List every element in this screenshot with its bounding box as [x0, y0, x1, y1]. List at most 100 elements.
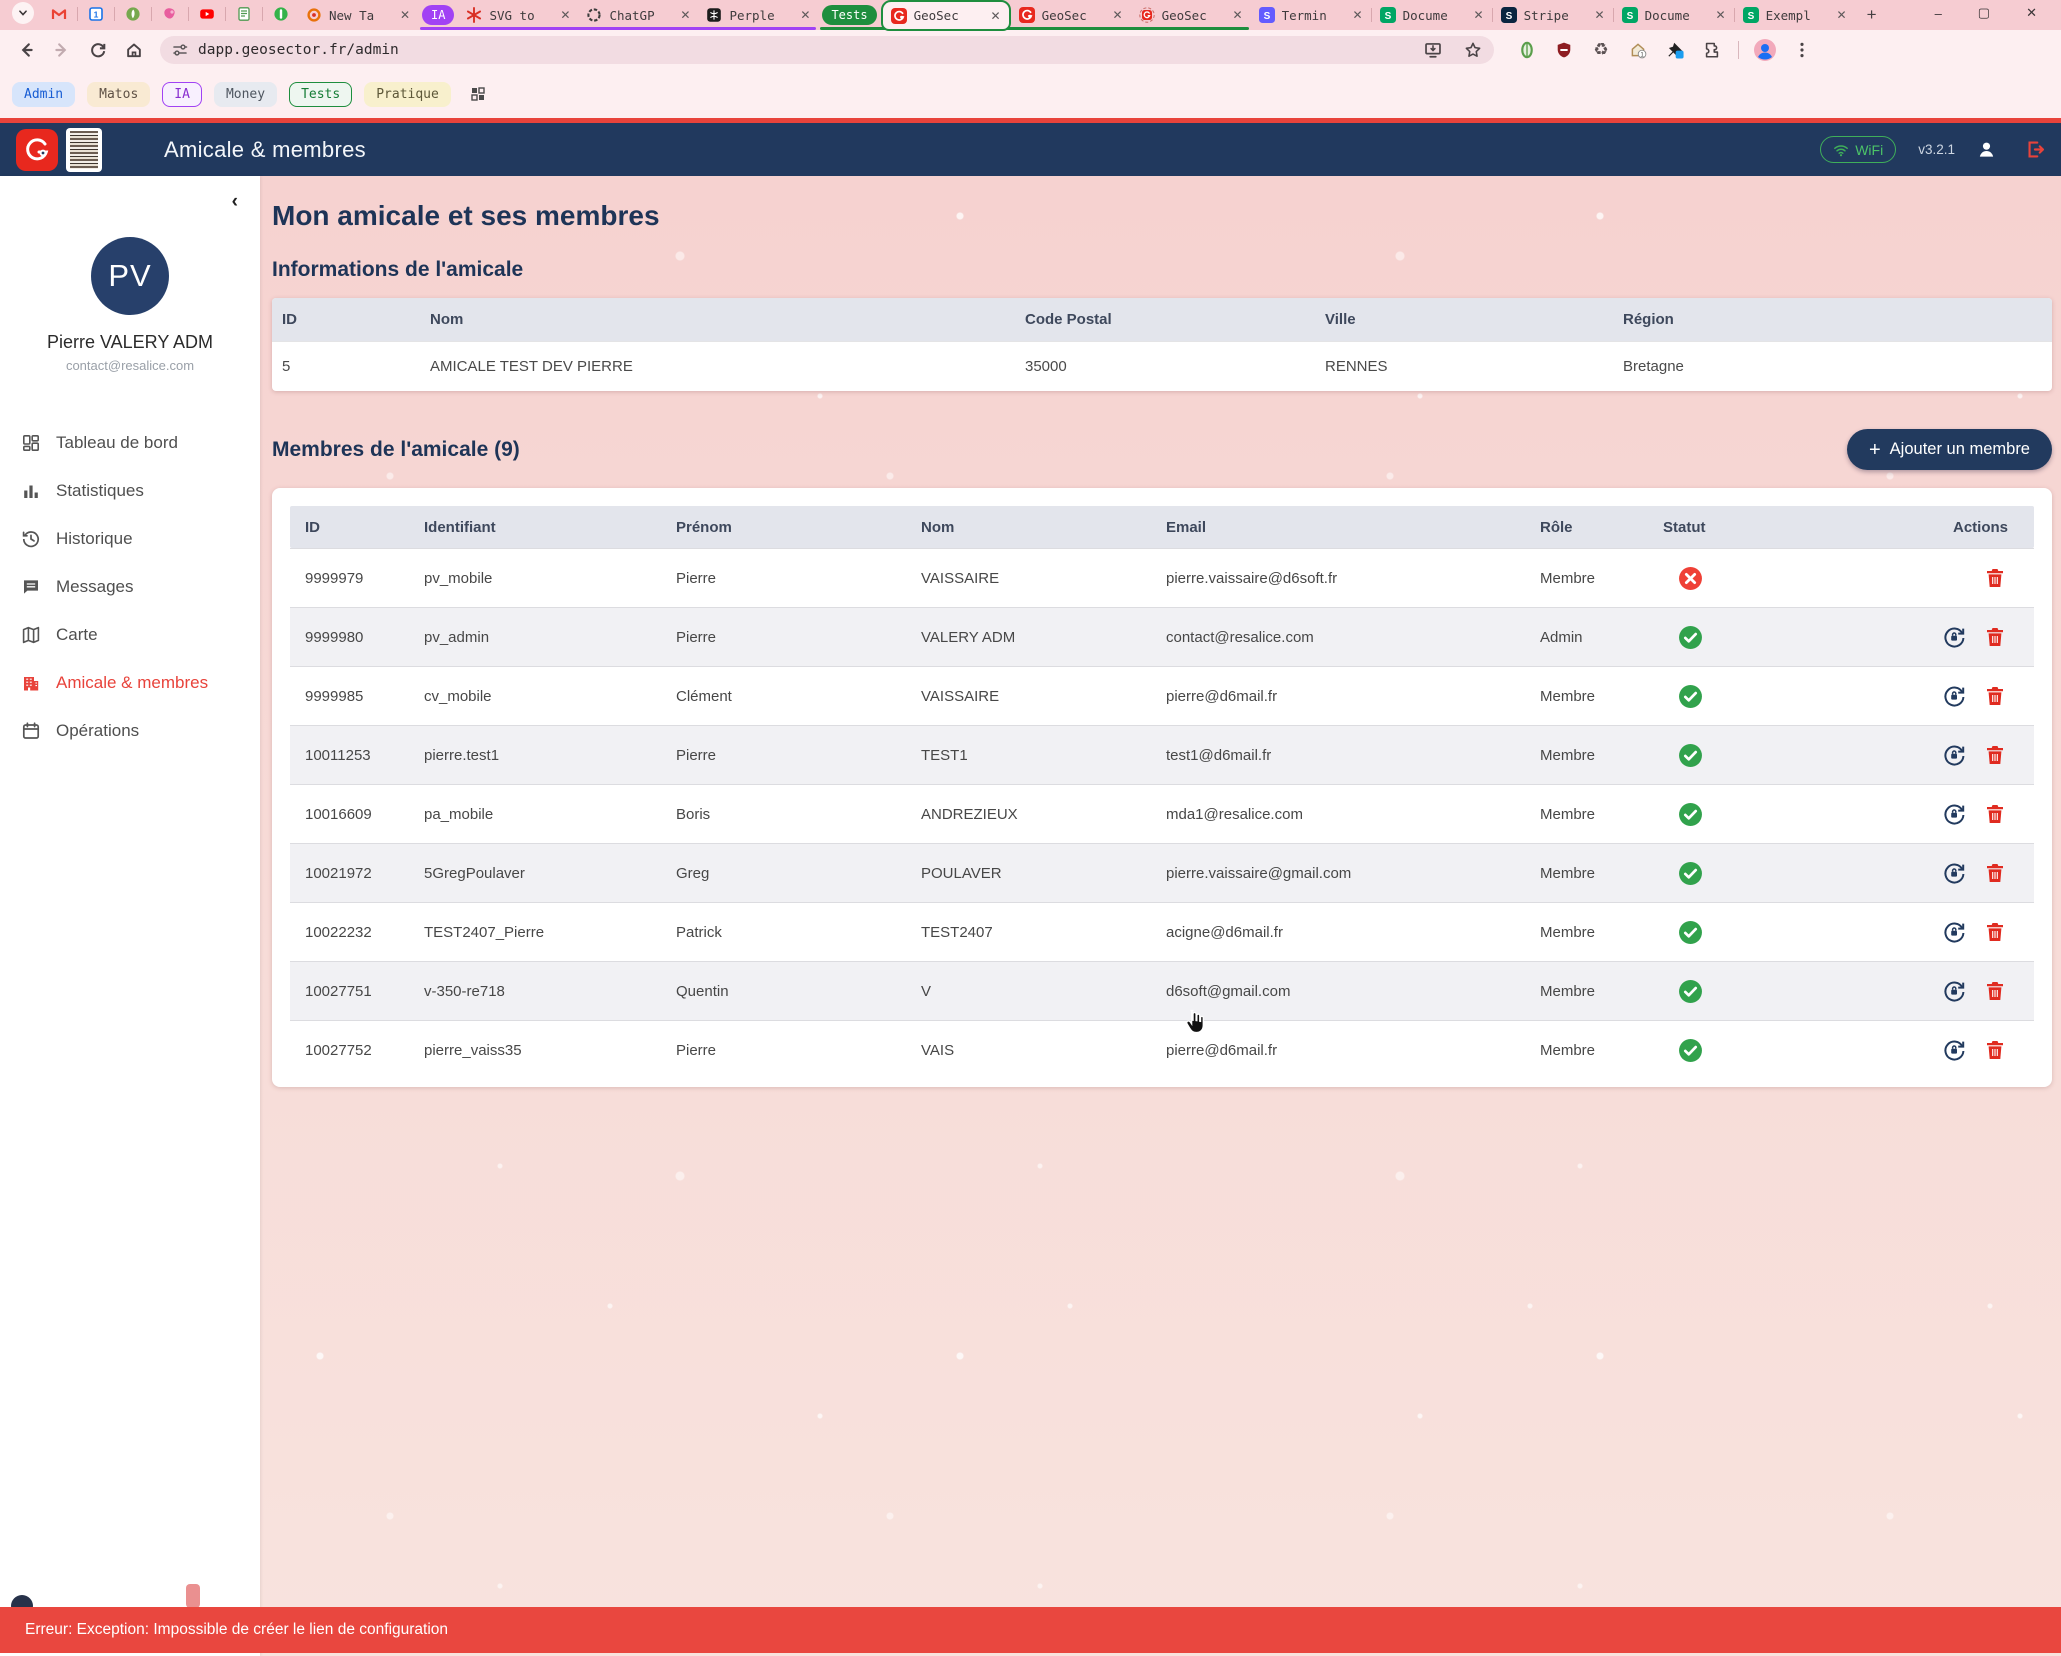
- extensions-puzzle-icon[interactable]: [1697, 35, 1727, 65]
- site-settings-icon[interactable]: [172, 42, 188, 58]
- pinned-tab-messenger-green[interactable]: [264, 2, 298, 26]
- saved-group-chip-admin[interactable]: Admin: [12, 82, 75, 107]
- tab-group-chip-tests[interactable]: Tests: [822, 5, 876, 25]
- browser-menu-kebab-icon[interactable]: [1787, 35, 1817, 65]
- tab-close-icon[interactable]: ✕: [1474, 9, 1484, 21]
- status-active-icon[interactable]: [1678, 861, 1703, 886]
- status-active-icon[interactable]: [1678, 920, 1703, 945]
- tab-close-icon[interactable]: ✕: [800, 9, 810, 21]
- install-app-icon[interactable]: [1418, 35, 1448, 65]
- pinned-tab-mate[interactable]: [116, 2, 150, 26]
- pinned-tab-design-tool[interactable]: [153, 2, 187, 26]
- reload-icon[interactable]: [82, 34, 114, 66]
- reset-password-icon[interactable]: [1941, 801, 1967, 827]
- add-member-button[interactable]: + Ajouter un membre: [1847, 429, 2052, 470]
- delete-member-icon[interactable]: [1982, 1037, 2008, 1063]
- home-icon[interactable]: [118, 34, 150, 66]
- bookmark-star-icon[interactable]: [1458, 35, 1488, 65]
- pinned-tab-youtube[interactable]: [190, 2, 224, 26]
- tab-close-icon[interactable]: ✕: [1595, 9, 1605, 21]
- url-text[interactable]: dapp.geosector.fr/admin: [198, 42, 1408, 58]
- extension-leaf-icon[interactable]: [1512, 35, 1542, 65]
- browser-tab[interactable]: SVG to✕: [458, 2, 578, 28]
- saved-group-chip-pratique[interactable]: Pratique: [364, 82, 451, 107]
- tab-close-icon[interactable]: ✕: [1353, 9, 1363, 21]
- extension-recycle-icon[interactable]: ♻: [1586, 35, 1616, 65]
- reset-password-icon[interactable]: [1941, 624, 1967, 650]
- browser-tab[interactable]: SStripe✕: [1493, 2, 1613, 28]
- browser-tab[interactable]: ChatGP✕: [578, 2, 698, 28]
- sidebar-item-chat[interactable]: Messages: [0, 563, 260, 611]
- forward-icon[interactable]: [46, 34, 78, 66]
- reset-password-icon[interactable]: [1941, 1037, 1967, 1063]
- saved-group-chip-tests[interactable]: Tests: [289, 82, 352, 107]
- saved-group-chip-matos[interactable]: Matos: [87, 82, 150, 107]
- window-maximize-icon[interactable]: ▢: [1978, 5, 1990, 21]
- new-tab-button[interactable]: +: [1859, 2, 1885, 28]
- reset-password-icon[interactable]: [1941, 978, 1967, 1004]
- browser-tab-active[interactable]: GeoSec✕: [881, 0, 1011, 31]
- extension-home-badge-icon[interactable]: 1: [1623, 35, 1653, 65]
- tab-close-icon[interactable]: ✕: [400, 9, 410, 21]
- tab-group-chip-ia[interactable]: IA: [422, 5, 454, 25]
- browser-tab[interactable]: SDocume✕: [1372, 2, 1492, 28]
- delete-member-icon[interactable]: [1982, 624, 2008, 650]
- window-close-icon[interactable]: ✕: [2026, 5, 2037, 21]
- browser-tab[interactable]: GeoSec✕: [1011, 2, 1131, 28]
- sidebar-item-dashboard[interactable]: Tableau de bord: [0, 419, 260, 467]
- user-account-icon[interactable]: [1977, 140, 1996, 159]
- tab-close-icon[interactable]: ✕: [560, 9, 570, 21]
- status-active-icon[interactable]: [1678, 684, 1703, 709]
- status-active-icon[interactable]: [1678, 743, 1703, 768]
- window-minimize-icon[interactable]: –: [1935, 6, 1942, 21]
- sidebar-collapse-chevron[interactable]: ‹: [232, 192, 238, 211]
- sidebar-item-map[interactable]: Carte: [0, 611, 260, 659]
- profile-avatar-icon[interactable]: [1750, 35, 1780, 65]
- tab-close-icon[interactable]: ✕: [1113, 9, 1123, 21]
- pinned-tab-google-calendar[interactable]: 1: [79, 2, 113, 26]
- reset-password-icon[interactable]: [1941, 683, 1967, 709]
- pinned-tab-gmail[interactable]: [42, 2, 76, 26]
- tab-search-chevron-icon[interactable]: [12, 2, 34, 24]
- browser-tab[interactable]: New Ta✕: [298, 2, 418, 28]
- sidebar-item-history[interactable]: Historique: [0, 515, 260, 563]
- sidebar-item-bar-chart[interactable]: Statistiques: [0, 467, 260, 515]
- back-icon[interactable]: [10, 34, 42, 66]
- tab-close-icon[interactable]: ✕: [1233, 9, 1243, 21]
- address-bar[interactable]: dapp.geosector.fr/admin: [160, 36, 1494, 64]
- delete-member-icon[interactable]: [1982, 978, 2008, 1004]
- tab-close-icon[interactable]: ✕: [1716, 9, 1726, 21]
- tab-close-icon[interactable]: ✕: [1837, 9, 1847, 21]
- browser-tab[interactable]: SDocume✕: [1614, 2, 1734, 28]
- status-inactive-icon[interactable]: [1678, 566, 1703, 591]
- reset-password-icon[interactable]: [1941, 742, 1967, 768]
- status-active-icon[interactable]: [1678, 979, 1703, 1004]
- delete-member-icon[interactable]: [1982, 919, 2008, 945]
- tab-close-icon[interactable]: ✕: [991, 10, 1001, 22]
- extension-pin-icon[interactable]: [1660, 35, 1690, 65]
- saved-group-chip-ia[interactable]: IA: [162, 82, 202, 107]
- apps-grid-icon[interactable]: [463, 79, 493, 109]
- extension-shield-icon[interactable]: [1549, 35, 1579, 65]
- delete-member-icon[interactable]: [1982, 860, 2008, 886]
- status-active-icon[interactable]: [1678, 1038, 1703, 1063]
- browser-tab[interactable]: GeoSec✕: [1131, 2, 1251, 28]
- scrollbar-thumb[interactable]: [186, 1584, 200, 1608]
- pinned-tab-notes[interactable]: [227, 2, 261, 26]
- saved-group-chip-money[interactable]: Money: [214, 82, 277, 107]
- delete-member-icon[interactable]: [1982, 565, 2008, 591]
- reset-password-icon[interactable]: [1941, 860, 1967, 886]
- delete-member-icon[interactable]: [1982, 683, 2008, 709]
- browser-tab[interactable]: SExempl✕: [1735, 2, 1855, 28]
- logout-icon[interactable]: [2026, 140, 2045, 159]
- status-active-icon[interactable]: [1678, 802, 1703, 827]
- tab-close-icon[interactable]: ✕: [680, 9, 690, 21]
- reset-password-icon[interactable]: [1941, 919, 1967, 945]
- browser-tab[interactable]: STermin✕: [1251, 2, 1371, 28]
- browser-tab[interactable]: Perple✕: [698, 2, 818, 28]
- sidebar-item-building[interactable]: Amicale & membres: [0, 659, 260, 707]
- delete-member-icon[interactable]: [1982, 801, 2008, 827]
- status-active-icon[interactable]: [1678, 625, 1703, 650]
- delete-member-icon[interactable]: [1982, 742, 2008, 768]
- sidebar-item-calendar[interactable]: Opérations: [0, 707, 260, 755]
